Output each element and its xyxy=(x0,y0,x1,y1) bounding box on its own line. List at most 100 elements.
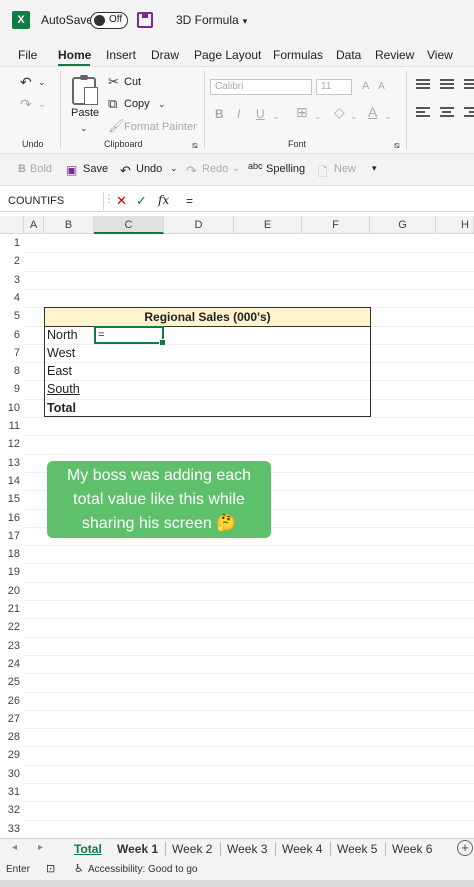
sheet-tab-week-6[interactable]: Week 6 xyxy=(392,842,432,856)
previous-sheet-icon[interactable]: ◂ xyxy=(12,842,17,853)
font-size-select[interactable]: 11 xyxy=(316,79,352,95)
sheet-tab-total[interactable]: Total xyxy=(74,842,102,856)
row-header[interactable]: 10 xyxy=(0,399,24,417)
row-header[interactable]: 29 xyxy=(0,746,24,764)
more-options-icon[interactable]: ⋮ xyxy=(104,194,114,205)
row-label-east[interactable]: East xyxy=(47,364,72,378)
row-header[interactable]: 13 xyxy=(0,454,24,472)
formula-input[interactable]: = xyxy=(186,194,193,208)
chevron-down-icon[interactable]: ⌄ xyxy=(314,109,322,123)
row-header[interactable]: 27 xyxy=(0,710,24,728)
format-painter-button[interactable]: Format Painter xyxy=(124,121,197,133)
row-header[interactable]: 8 xyxy=(0,362,24,380)
redo-icon[interactable]: ↷ xyxy=(20,97,32,111)
row-header[interactable]: 21 xyxy=(0,600,24,618)
row-header[interactable]: 14 xyxy=(0,472,24,490)
column-header-c[interactable]: C xyxy=(94,216,164,234)
undo-icon[interactable]: ↶ xyxy=(20,75,32,89)
column-header-a[interactable]: A xyxy=(24,216,44,234)
tab-data[interactable]: Data xyxy=(336,48,361,62)
save-button[interactable]: Save xyxy=(83,163,108,175)
row-header[interactable]: 25 xyxy=(0,673,24,691)
row-header[interactable]: 12 xyxy=(0,435,24,453)
row-label-north[interactable]: North xyxy=(47,328,78,342)
increase-font-icon[interactable]: A xyxy=(362,79,369,93)
sheet-tab-week-1[interactable]: Week 1 xyxy=(117,842,158,856)
chevron-down-icon[interactable]: ⌄ xyxy=(170,163,178,174)
save-icon[interactable] xyxy=(137,12,153,28)
row-header[interactable]: 19 xyxy=(0,563,24,581)
fill-color-icon[interactable]: ◇ xyxy=(334,105,345,119)
chevron-down-icon[interactable]: ⌄ xyxy=(384,109,392,123)
autosave-toggle[interactable]: Off xyxy=(90,12,128,29)
italic-icon[interactable]: I xyxy=(237,107,240,121)
chevron-down-icon[interactable]: ⌄ xyxy=(80,121,88,135)
bold-icon[interactable]: B xyxy=(215,107,224,121)
active-cell-c6[interactable]: = xyxy=(94,326,166,346)
row-header[interactable]: 22 xyxy=(0,618,24,636)
row-header[interactable]: 1 xyxy=(0,234,24,252)
underline-icon[interactable]: U xyxy=(256,107,265,121)
tab-insert[interactable]: Insert xyxy=(106,48,136,62)
sheet-tab-week-4[interactable]: Week 4 xyxy=(282,842,322,856)
spelling-icon[interactable]: abc xyxy=(248,161,263,171)
row-label-west[interactable]: West xyxy=(47,346,75,360)
row-header[interactable]: 33 xyxy=(0,820,24,838)
document-title[interactable]: 3D Formula ▾ xyxy=(176,13,247,27)
scissors-icon[interactable]: ✂ xyxy=(108,75,119,89)
row-header[interactable]: 3 xyxy=(0,271,24,289)
tab-draw[interactable]: Draw xyxy=(151,48,179,62)
align-top-icon[interactable] xyxy=(416,79,430,89)
row-header[interactable]: 31 xyxy=(0,783,24,801)
row-header[interactable]: 20 xyxy=(0,582,24,600)
tab-file[interactable]: File xyxy=(18,48,37,62)
table-title[interactable]: Regional Sales (000's) xyxy=(45,308,370,327)
tab-view[interactable]: View xyxy=(427,48,453,62)
column-header-e[interactable]: E xyxy=(234,216,302,234)
save-icon[interactable]: ▣ xyxy=(66,163,77,177)
font-name-select[interactable]: Calibri xyxy=(210,79,312,95)
tab-review[interactable]: Review xyxy=(375,48,414,62)
align-center-icon[interactable] xyxy=(440,107,454,117)
redo-icon[interactable]: ↷ xyxy=(186,163,197,179)
borders-icon[interactable]: ⊞ xyxy=(296,105,308,119)
row-header[interactable]: 6 xyxy=(0,326,24,344)
chevron-down-icon[interactable]: ⌄ xyxy=(38,75,46,89)
chevron-down-icon[interactable]: ⌄ xyxy=(232,163,240,174)
row-header[interactable]: 28 xyxy=(0,728,24,746)
select-all-corner[interactable] xyxy=(0,216,24,234)
chevron-down-icon[interactable]: ⌄ xyxy=(38,97,46,111)
undo-icon[interactable]: ↶ xyxy=(120,163,131,179)
next-sheet-icon[interactable]: ▸ xyxy=(38,842,43,853)
row-header[interactable]: 17 xyxy=(0,527,24,545)
dialog-launcher-icon[interactable]: ⧅ xyxy=(394,138,400,152)
align-bottom-icon[interactable] xyxy=(464,79,474,89)
undo-button[interactable]: Undo xyxy=(136,163,162,175)
sheet-tab-week-5[interactable]: Week 5 xyxy=(337,842,377,856)
dialog-launcher-icon[interactable]: ⧅ xyxy=(192,138,198,152)
align-left-icon[interactable] xyxy=(416,107,430,117)
column-header-b[interactable]: B xyxy=(44,216,94,234)
tab-page-layout[interactable]: Page Layout xyxy=(194,48,261,62)
bold-icon[interactable]: B xyxy=(18,163,26,175)
column-header-h[interactable]: H xyxy=(436,216,474,234)
cancel-icon[interactable]: ✕ xyxy=(116,193,127,209)
row-header[interactable]: 5 xyxy=(0,307,24,325)
row-header[interactable]: 15 xyxy=(0,490,24,508)
bold-button[interactable]: Bold xyxy=(30,163,52,175)
row-header[interactable]: 2 xyxy=(0,252,24,270)
row-label-total[interactable]: Total xyxy=(47,401,76,415)
row-header[interactable]: 32 xyxy=(0,801,24,819)
format-painter-icon[interactable]: 🖌 xyxy=(108,119,125,133)
row-header[interactable]: 23 xyxy=(0,637,24,655)
chevron-down-icon[interactable]: ⌄ xyxy=(272,109,280,123)
row-header[interactable]: 30 xyxy=(0,765,24,783)
row-header[interactable]: 18 xyxy=(0,545,24,563)
row-header[interactable]: 24 xyxy=(0,655,24,673)
row-header[interactable]: 4 xyxy=(0,289,24,307)
row-header[interactable]: 9 xyxy=(0,380,24,398)
decrease-font-icon[interactable]: A xyxy=(378,80,385,94)
align-middle-icon[interactable] xyxy=(440,79,454,89)
row-header[interactable]: 26 xyxy=(0,692,24,710)
row-header[interactable]: 7 xyxy=(0,344,24,362)
